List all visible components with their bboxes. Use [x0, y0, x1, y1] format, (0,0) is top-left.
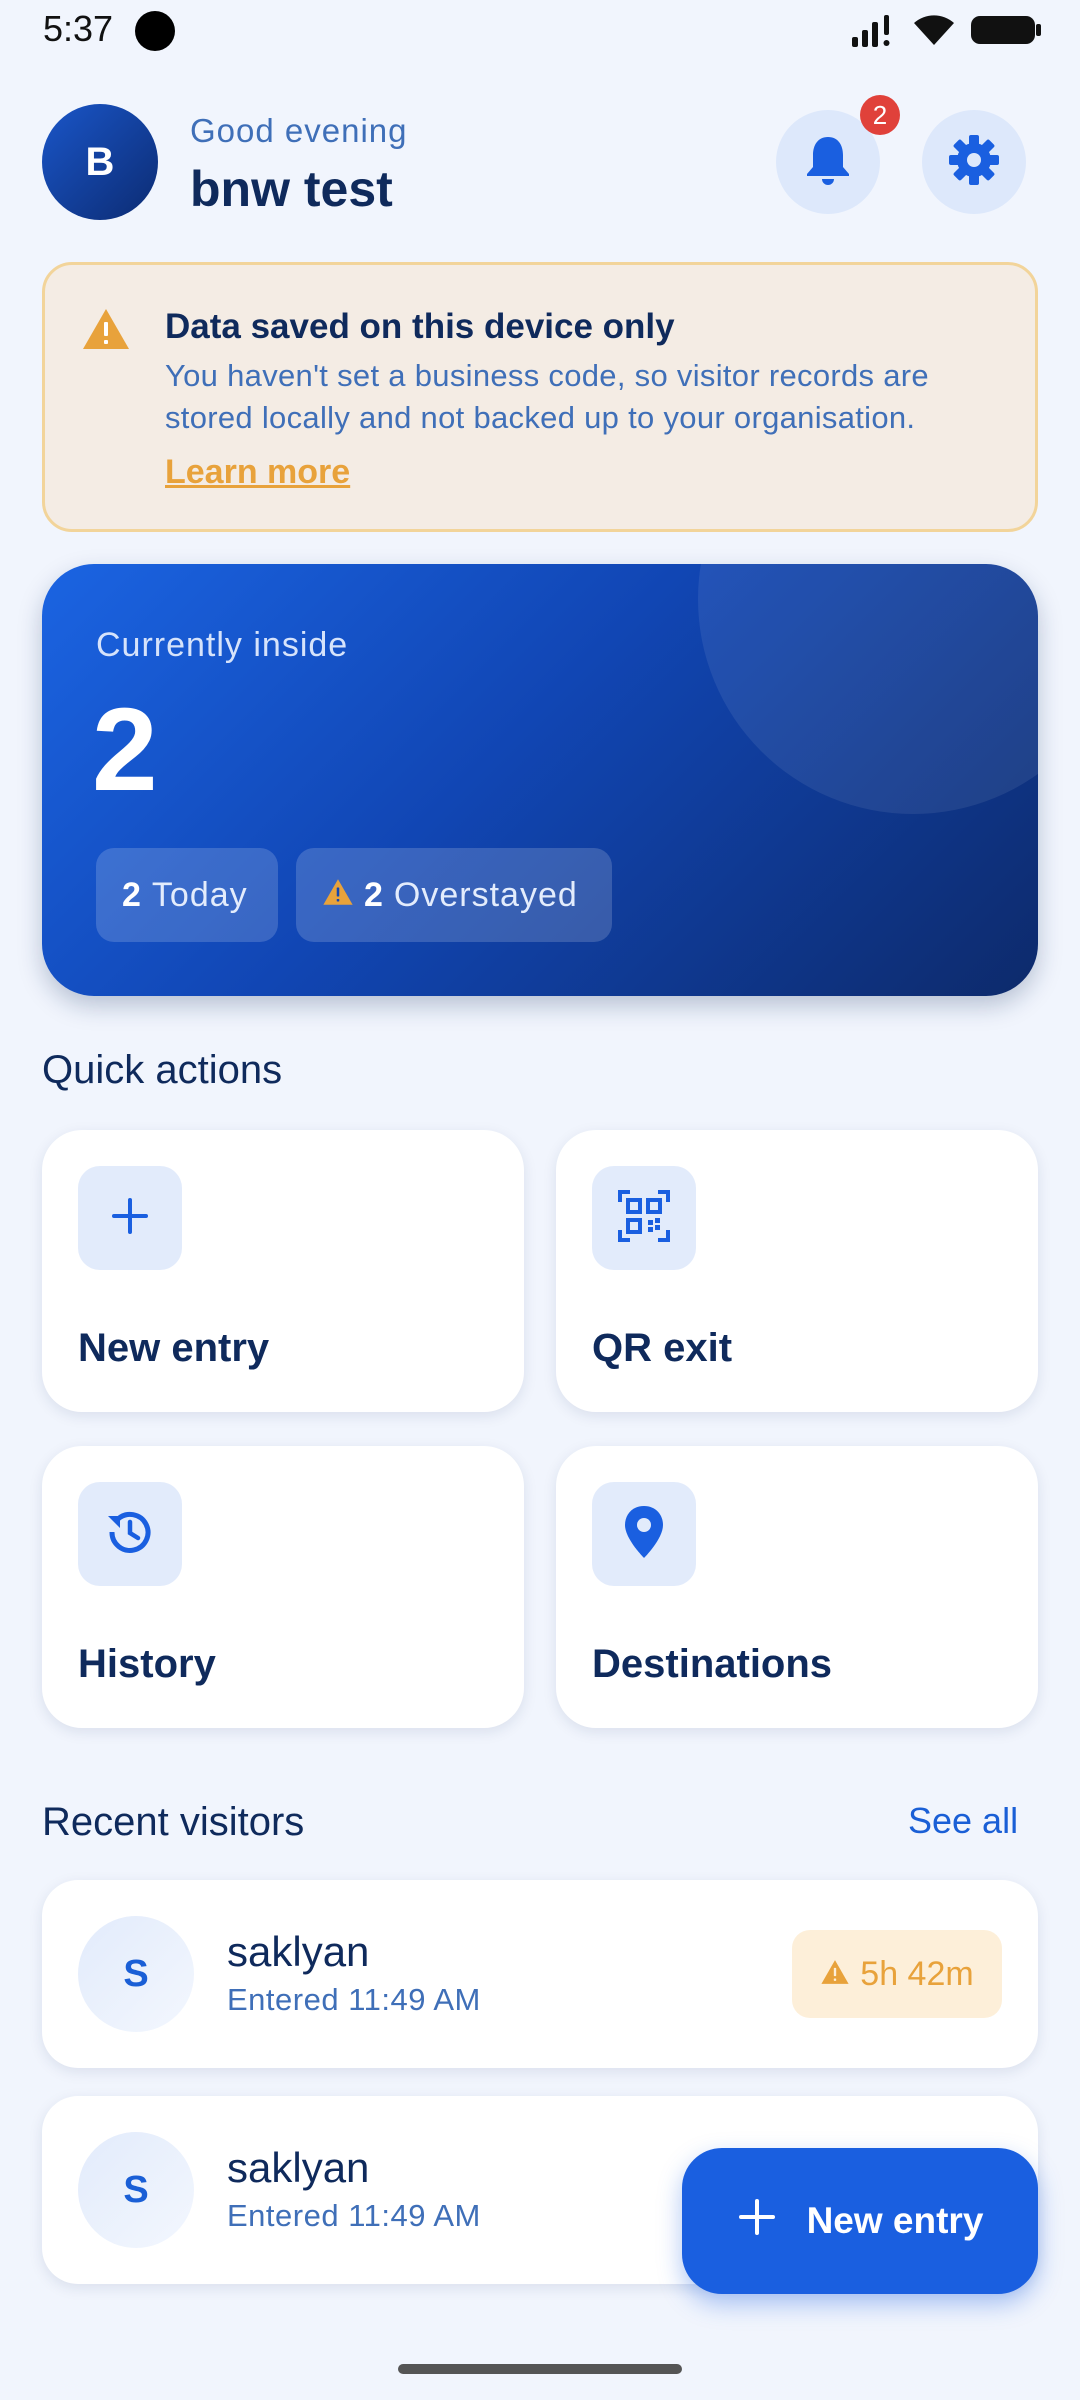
settings-button[interactable] [922, 110, 1026, 214]
history-icon-box [78, 1482, 182, 1586]
quick-action-label: History [78, 1642, 216, 1686]
warning-body: You haven't set a business code, so visi… [165, 358, 929, 435]
visitor-avatar: S [78, 1916, 194, 2032]
fab-label: New entry [806, 2200, 984, 2241]
overstay-duration: 5h 42m [860, 1954, 974, 1993]
overstayed-label: Overstayed [393, 875, 578, 914]
warning-title: Data saved on this device only [165, 307, 675, 346]
warning-icon [81, 307, 131, 355]
plus-icon [737, 2197, 777, 2246]
qr-code-icon [616, 1188, 672, 1248]
quick-action-history[interactable]: History [42, 1446, 524, 1728]
decorative-circle [698, 564, 1038, 814]
plus-icon-box [78, 1166, 182, 1270]
location-pin-icon [622, 1504, 666, 1564]
gear-icon [946, 132, 1002, 192]
today-label: Today [151, 875, 248, 914]
status-time: 5:37 [43, 8, 114, 49]
currently-inside-label: Currently inside [96, 626, 349, 664]
today-count: 2 [122, 875, 142, 914]
quick-action-destinations[interactable]: Destinations [556, 1446, 1038, 1728]
plus-icon [108, 1194, 152, 1242]
overstay-badge: 5h 42m [792, 1930, 1002, 2018]
today-pill: 2 Today [96, 848, 278, 942]
history-icon [102, 1504, 158, 1564]
location-icon-box [592, 1482, 696, 1586]
currently-inside-count: 2 [92, 684, 158, 816]
currently-inside-card[interactable]: Currently inside 2 2 Today 2 Overstayed [42, 564, 1038, 996]
quick-action-label: QR exit [592, 1326, 733, 1370]
visitor-entry-time: Entered 11:49 AM [227, 1982, 481, 2017]
visitor-name: saklyan [227, 2144, 370, 2191]
visitor-name: saklyan [227, 1928, 370, 1975]
user-name: bnw test [190, 161, 393, 217]
wifi-icon [912, 13, 956, 47]
qr-icon-box [592, 1166, 696, 1270]
quick-actions-title: Quick actions [42, 1048, 283, 1092]
notification-badge: 2 [860, 95, 900, 135]
home-indicator[interactable] [398, 2364, 682, 2374]
quick-action-new-entry[interactable]: New entry [42, 1130, 524, 1412]
new-entry-fab[interactable]: New entry [682, 2148, 1038, 2294]
status-icons [850, 10, 1042, 50]
warning-icon [820, 1955, 850, 1994]
quick-action-qr-exit[interactable]: QR exit [556, 1130, 1038, 1412]
camera-cutout [135, 11, 175, 51]
quick-action-label: Destinations [592, 1642, 833, 1686]
recent-visitors-title: Recent visitors [42, 1800, 305, 1844]
battery-icon [970, 13, 1042, 47]
greeting: Good evening [190, 112, 408, 149]
avatar[interactable]: B [42, 104, 158, 220]
avatar-initial: B [85, 139, 115, 184]
see-all-link[interactable]: See all [908, 1800, 1018, 1842]
signal-icon [850, 13, 898, 47]
bell-icon [803, 133, 853, 191]
warning-icon [322, 876, 364, 915]
local-storage-warning: Data saved on this device only You haven… [42, 262, 1038, 532]
learn-more-link[interactable]: Learn more [165, 453, 350, 492]
quick-action-label: New entry [78, 1326, 270, 1370]
overstayed-pill: 2 Overstayed [296, 848, 612, 942]
visitor-avatar: S [78, 2132, 194, 2248]
overstayed-count: 2 [364, 875, 384, 914]
visitor-entry-time: Entered 11:49 AM [227, 2198, 481, 2233]
visitor-card[interactable]: S saklyan Entered 11:49 AM 5h 42m [42, 1880, 1038, 2068]
status-bar: 5:37 [0, 0, 1080, 62]
